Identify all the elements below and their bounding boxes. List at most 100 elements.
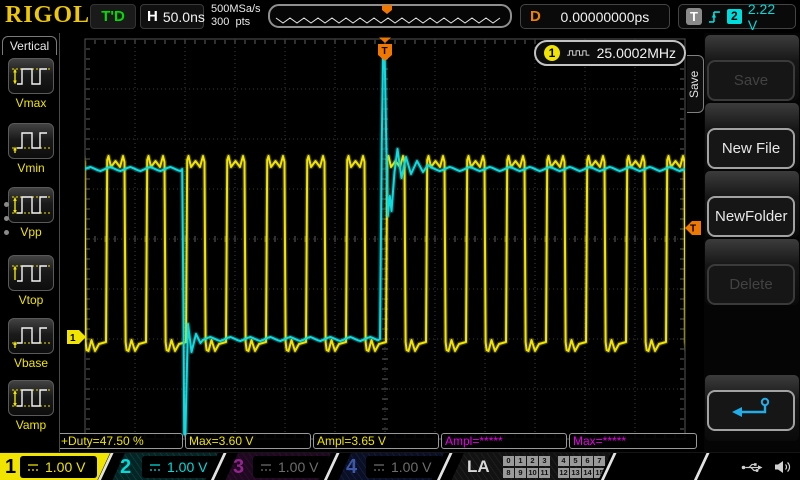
la-digit-1: 1 bbox=[515, 456, 526, 466]
channel-1-scale: 1.00 V bbox=[45, 459, 85, 475]
memory-depth: 300 pts bbox=[211, 16, 250, 28]
trigger-source-badge: 2 bbox=[727, 9, 742, 24]
bottom-channel-bar: 1 1.00 V 2 1.00 V 3 1. bbox=[0, 452, 800, 480]
measure-item-vamp[interactable]: Vamp bbox=[8, 380, 54, 432]
timebase-value: 50.0ns bbox=[163, 9, 205, 25]
usb-icon bbox=[741, 461, 763, 474]
measurement-max-ch1[interactable]: Max=3.60 V bbox=[185, 433, 311, 449]
save-button[interactable]: Save bbox=[707, 60, 795, 101]
dc-coupling-icon bbox=[373, 463, 385, 472]
vbase-button[interactable] bbox=[8, 318, 54, 354]
la-digit-11: 11 bbox=[539, 468, 550, 478]
la-digit-9: 9 bbox=[515, 468, 526, 478]
la-digit-4: 4 bbox=[558, 456, 569, 466]
vbase-label: Vbase bbox=[8, 356, 54, 370]
vpp-label: Vpp bbox=[8, 225, 54, 239]
measure-menu-title: Vertical bbox=[2, 36, 57, 55]
measurement-duty[interactable]: +Duty=47.50 % bbox=[57, 433, 183, 449]
channel-2-tab[interactable]: 2 1.00 V bbox=[112, 453, 218, 480]
la-digit-3: 3 bbox=[539, 456, 550, 466]
measure-item-vmin[interactable]: Vmin bbox=[8, 123, 54, 175]
channel-3-scale: 1.00 V bbox=[278, 459, 318, 475]
back-button[interactable] bbox=[707, 390, 795, 431]
channel-1-scale-box: 1.00 V bbox=[20, 456, 97, 478]
vamp-button[interactable] bbox=[8, 380, 54, 416]
top-bar: RIGOL T'D H 50.0ns 500MSa/s300 pts D 0.0… bbox=[0, 0, 800, 33]
vtop-label: Vtop bbox=[8, 293, 54, 307]
dc-coupling-icon bbox=[260, 463, 272, 472]
la-digit-0: 0 bbox=[503, 456, 514, 466]
measurement-max-ch3[interactable]: Max=***** bbox=[569, 433, 697, 449]
graticule-area: 1 T T bbox=[0, 33, 800, 452]
counter-frequency-value: 25.0002MHz bbox=[597, 45, 676, 61]
horizontal-timebase-box[interactable]: H 50.0ns bbox=[140, 4, 204, 29]
vmax-label: Vmax bbox=[8, 96, 54, 110]
la-digit-12: 12 bbox=[558, 468, 569, 478]
la-digit-row: 89101112131415 bbox=[503, 468, 606, 479]
dc-coupling-icon bbox=[27, 463, 39, 472]
new-folder-button[interactable]: NewFolder bbox=[707, 196, 795, 237]
la-digit-5: 5 bbox=[570, 456, 581, 466]
la-digit-13: 13 bbox=[570, 468, 581, 478]
status-icons bbox=[741, 453, 792, 480]
channel-2-number: 2 bbox=[120, 453, 131, 480]
scroll-dot bbox=[4, 216, 9, 221]
trigger-level-value: 2.22 V bbox=[748, 1, 788, 33]
new-file-button[interactable]: New File bbox=[707, 128, 795, 169]
vmax-icon bbox=[11, 63, 51, 89]
vpp-button[interactable] bbox=[8, 187, 54, 223]
right-softkey-menu: Save Save New File NewFolder Delete bbox=[704, 33, 800, 452]
vmin-button[interactable] bbox=[8, 123, 54, 159]
measurement-ampl-ch3[interactable]: Ampl=***** bbox=[441, 433, 567, 449]
la-digit-8: 8 bbox=[503, 468, 514, 478]
svg-text:1: 1 bbox=[70, 333, 76, 344]
delete-button[interactable]: Delete bbox=[707, 264, 795, 305]
vmax-button[interactable] bbox=[8, 58, 54, 94]
h-label: H bbox=[147, 8, 158, 25]
la-digit-7: 7 bbox=[594, 456, 605, 466]
la-digit-14: 14 bbox=[582, 468, 593, 478]
la-digit-row: 01234567 bbox=[503, 456, 606, 467]
trigger-info-box[interactable]: T 2 2.22 V bbox=[678, 4, 796, 29]
tab-separator bbox=[693, 453, 709, 480]
la-digit-10: 10 bbox=[527, 468, 538, 478]
vtop-button[interactable] bbox=[8, 255, 54, 291]
horizontal-delay-box[interactable]: D 0.00000000ps bbox=[520, 4, 670, 29]
delay-value: 0.00000000ps bbox=[561, 9, 650, 25]
vbase-icon bbox=[11, 323, 51, 349]
measurement-ampl-ch1[interactable]: Ampl=3.65 V bbox=[313, 433, 439, 449]
channel-3-number: 3 bbox=[233, 453, 244, 480]
logic-analyzer-tab[interactable]: LA 01234567 89101112131415 bbox=[451, 453, 611, 480]
vmin-icon bbox=[11, 128, 51, 154]
channel-4-scale: 1.00 V bbox=[391, 459, 431, 475]
channel-2-scale-box: 1.00 V bbox=[142, 456, 219, 478]
dc-coupling-icon bbox=[149, 463, 161, 472]
svg-text:T: T bbox=[382, 46, 388, 57]
measure-item-vpp[interactable]: Vpp bbox=[8, 187, 54, 239]
measure-item-vtop[interactable]: Vtop bbox=[8, 255, 54, 307]
rigol-logo: RIGOL bbox=[5, 2, 90, 29]
t-label: T bbox=[686, 8, 702, 25]
save-menu-tab: Save bbox=[687, 55, 704, 113]
measure-item-vbase[interactable]: Vbase bbox=[8, 318, 54, 370]
channel-2-scale: 1.00 V bbox=[167, 459, 207, 475]
channel-4-tab[interactable]: 4 1.00 V bbox=[338, 453, 444, 480]
scroll-dot bbox=[4, 230, 9, 235]
channel-3-tab[interactable]: 3 1.00 V bbox=[225, 453, 331, 480]
oscilloscope-screen: RIGOL T'D H 50.0ns 500MSa/s300 pts D 0.0… bbox=[0, 0, 800, 480]
d-label: D bbox=[530, 8, 541, 25]
waveform-preview-bar[interactable] bbox=[268, 4, 512, 28]
counter-channel-badge: 1 bbox=[544, 45, 560, 61]
vpp-icon bbox=[11, 192, 51, 218]
la-digit-grid: 01234567 891011 121314 1 5 bbox=[503, 456, 606, 480]
vtop-icon bbox=[11, 260, 51, 286]
measure-item-vmax[interactable]: Vmax bbox=[8, 58, 54, 110]
menu-scroll-indicator bbox=[4, 193, 9, 244]
vamp-icon bbox=[11, 385, 51, 411]
rising-edge-icon bbox=[708, 8, 721, 26]
svg-text:T: T bbox=[690, 224, 696, 235]
channel-1-tab[interactable]: 1 1.00 V bbox=[0, 453, 110, 480]
sample-rate-readout: 500MSa/s300 pts bbox=[211, 3, 261, 29]
la-digit-6: 6 bbox=[582, 456, 593, 466]
scroll-dot bbox=[4, 202, 9, 207]
